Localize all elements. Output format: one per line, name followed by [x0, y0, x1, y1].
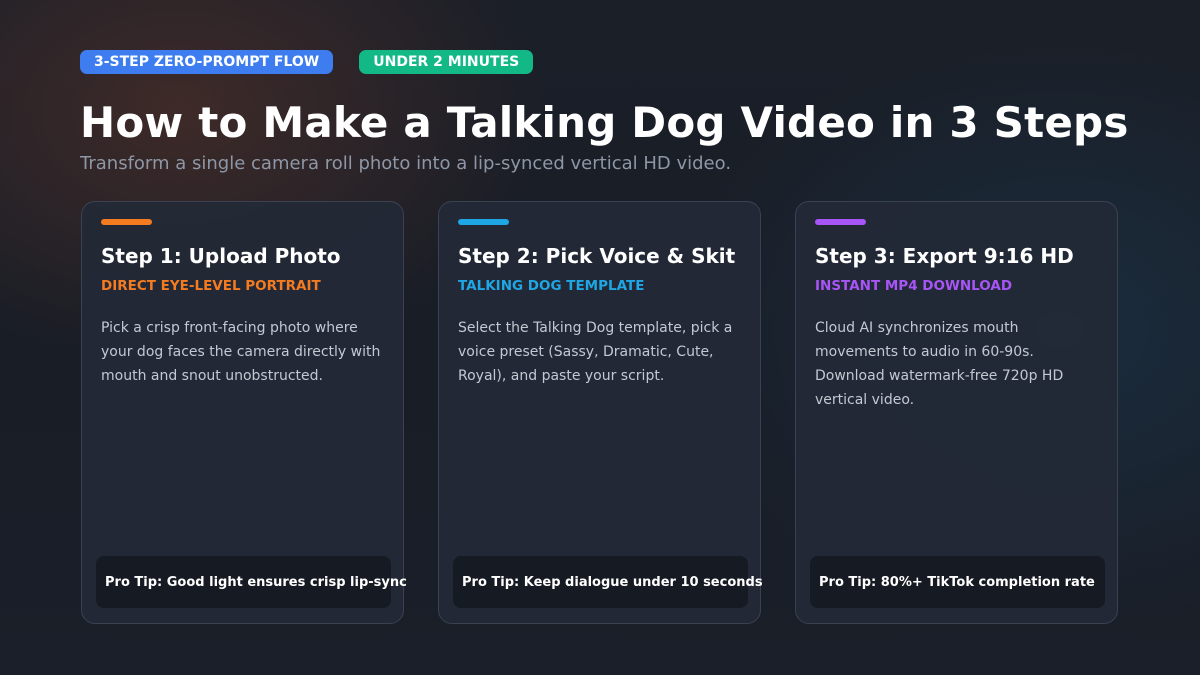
step-description: Select the Talking Dog template, pick a … — [458, 320, 733, 384]
pro-tip-text: Pro Tip: Keep dialogue under 10 seconds — [462, 574, 763, 590]
step-title: Step 2: Pick Voice & Skit — [458, 244, 736, 268]
pro-tip-text: Pro Tip: Good light ensures crisp lip-sy… — [105, 574, 407, 590]
page-title: How to Make a Talking Dog Video in 3 Ste… — [80, 98, 1129, 147]
step-tag: TALKING DOG TEMPLATE — [458, 278, 645, 294]
step-card-1: Step 1: Upload Photo DIRECT EYE-LEVEL PO… — [81, 201, 407, 624]
step-accent-bar — [815, 219, 866, 225]
step-accent-bar — [458, 219, 509, 225]
step-card-3: Step 3: Export 9:16 HD INSTANT MP4 DOWNL… — [795, 201, 1118, 624]
badge-row: 3-STEP ZERO-PROMPT FLOW UNDER 2 MINUTES — [80, 50, 534, 74]
pro-tip-text: Pro Tip: 80%+ TikTok completion rate — [819, 574, 1095, 590]
step-description: Cloud AI synchronizes mouth movements to… — [815, 320, 1064, 408]
step-card-2: Step 2: Pick Voice & Skit TALKING DOG TE… — [438, 201, 763, 624]
page-subtitle: Transform a single camera roll photo int… — [80, 153, 732, 174]
step-description: Pick a crisp front-facing photo where yo… — [101, 320, 381, 384]
flow-badge: 3-STEP ZERO-PROMPT FLOW — [80, 50, 334, 74]
step-tag: DIRECT EYE-LEVEL PORTRAIT — [101, 278, 321, 294]
duration-badge: UNDER 2 MINUTES — [359, 50, 534, 74]
step-title: Step 1: Upload Photo — [101, 244, 341, 268]
pro-tip-box: Pro Tip: Keep dialogue under 10 seconds — [453, 556, 763, 608]
step-tag: INSTANT MP4 DOWNLOAD — [815, 278, 1013, 294]
step-accent-bar — [101, 219, 152, 225]
pro-tip-box: Pro Tip: 80%+ TikTok completion rate — [810, 556, 1105, 608]
pro-tip-box: Pro Tip: Good light ensures crisp lip-sy… — [96, 556, 407, 608]
step-title: Step 3: Export 9:16 HD — [815, 244, 1074, 268]
